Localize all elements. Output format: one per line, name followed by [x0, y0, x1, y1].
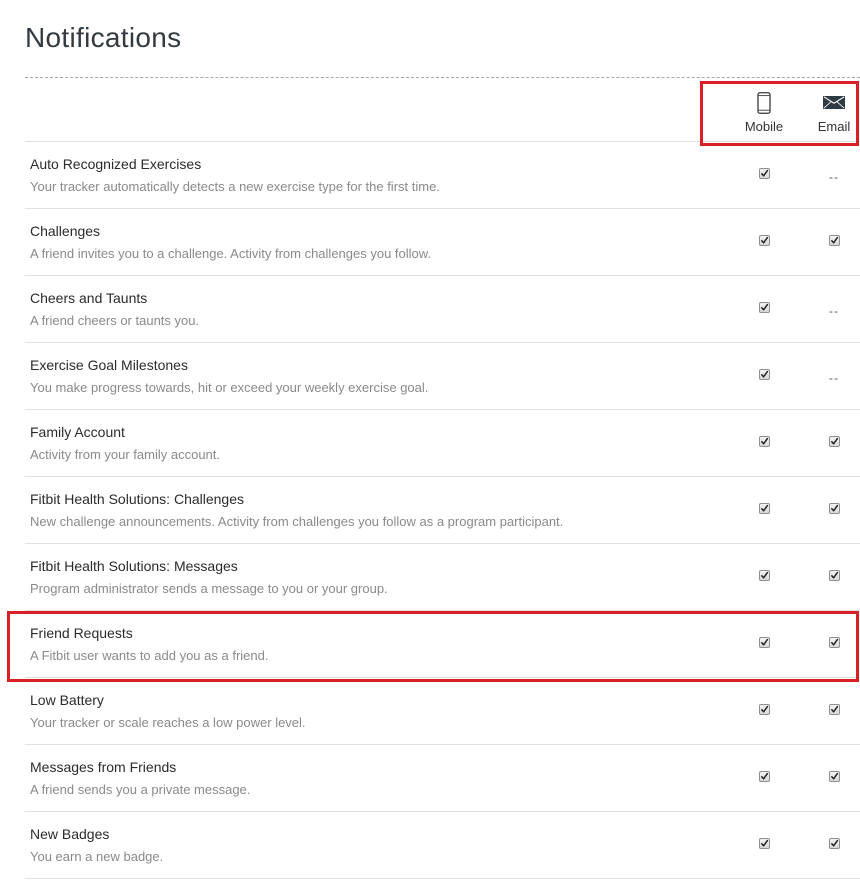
mobile-checkbox[interactable] — [758, 838, 770, 849]
email-checkbox[interactable] — [828, 771, 840, 782]
notification-row: Auto Recognized Exercises Your tracker a… — [25, 142, 860, 209]
email-setting-cell: -- — [799, 302, 860, 318]
notification-description: A Fitbit user wants to add you as a frie… — [30, 648, 269, 663]
notification-description: New challenge announcements. Activity fr… — [30, 514, 564, 529]
notification-description: Activity from your family account. — [30, 447, 220, 462]
mobile-phone-icon — [757, 92, 771, 119]
mobile-column-label: Mobile — [744, 119, 784, 134]
envelope-icon — [823, 96, 845, 114]
mobile-checkbox[interactable] — [758, 771, 770, 782]
email-setting-cell — [799, 771, 860, 785]
email-setting-cell: -- — [799, 168, 860, 184]
notification-description: Program administrator sends a message to… — [30, 581, 388, 596]
mobile-setting-cell — [729, 570, 799, 584]
notification-row: Friend Requests A Fitbit user wants to a… — [25, 611, 860, 678]
email-checkbox[interactable] — [828, 838, 840, 849]
email-unavailable-indicator: -- — [829, 170, 839, 184]
email-unavailable-indicator: -- — [829, 371, 839, 385]
email-setting-cell: -- — [799, 369, 860, 385]
mobile-checkbox[interactable] — [758, 704, 770, 715]
mobile-checkbox[interactable] — [758, 637, 770, 648]
notification-row: Fitbit Health Solutions: Challenges New … — [25, 477, 860, 544]
mobile-setting-cell — [729, 369, 799, 383]
mobile-setting-cell — [729, 503, 799, 517]
mobile-column-header: Mobile — [729, 78, 799, 141]
notification-description: Your tracker automatically detects a new… — [30, 179, 440, 194]
notification-title: Friend Requests — [30, 625, 133, 641]
notification-row: Low Battery Your tracker or scale reache… — [25, 678, 860, 745]
email-setting-cell — [799, 570, 860, 584]
notification-row: Exercise Goal Milestones You make progre… — [25, 343, 860, 410]
notification-row: Messages from Friends A friend sends you… — [25, 745, 860, 812]
notification-description: Your tracker or scale reaches a low powe… — [30, 715, 306, 730]
notification-title: Cheers and Taunts — [30, 290, 148, 306]
mobile-checkbox[interactable] — [758, 436, 770, 447]
email-setting-cell — [799, 235, 860, 249]
notification-description: A friend sends you a private message. — [30, 782, 251, 797]
mobile-checkbox[interactable] — [758, 503, 770, 514]
mobile-checkbox[interactable] — [758, 302, 770, 313]
email-checkbox[interactable] — [828, 235, 840, 246]
mobile-checkbox[interactable] — [758, 168, 770, 179]
notification-description: A friend cheers or taunts you. — [30, 313, 200, 328]
email-setting-cell — [799, 838, 860, 852]
notification-title: Messages from Friends — [30, 759, 177, 775]
email-unavailable-indicator: -- — [829, 304, 839, 318]
notification-title: New Badges — [30, 826, 110, 842]
email-setting-cell — [799, 436, 860, 450]
notification-title: Fitbit Health Solutions: Messages — [30, 558, 238, 574]
email-checkbox[interactable] — [828, 704, 840, 715]
email-checkbox[interactable] — [828, 436, 840, 447]
mobile-setting-cell — [729, 771, 799, 785]
notification-row: New Badges You earn a new badge. — [25, 812, 860, 879]
notification-description: You make progress towards, hit or exceed… — [30, 380, 429, 395]
column-header-row: Mobile Email — [25, 78, 860, 142]
email-setting-cell — [799, 503, 860, 517]
mobile-checkbox[interactable] — [758, 369, 770, 380]
email-setting-cell — [799, 704, 860, 718]
notification-title: Low Battery — [30, 692, 104, 708]
email-setting-cell — [799, 637, 860, 651]
notification-description: You earn a new badge. — [30, 849, 164, 864]
mobile-setting-cell — [729, 838, 799, 852]
mobile-setting-cell — [729, 704, 799, 718]
notification-row: Challenges A friend invites you to a cha… — [25, 209, 860, 276]
email-checkbox[interactable] — [828, 503, 840, 514]
notification-list: Auto Recognized Exercises Your tracker a… — [25, 142, 860, 879]
mobile-checkbox[interactable] — [758, 570, 770, 581]
mobile-setting-cell — [729, 302, 799, 316]
mobile-setting-cell — [729, 436, 799, 450]
notification-row: Family Account Activity from your family… — [25, 410, 860, 477]
page-title: Notifications — [25, 22, 182, 53]
email-checkbox[interactable] — [828, 570, 840, 581]
notification-title: Challenges — [30, 223, 101, 239]
email-checkbox[interactable] — [828, 637, 840, 648]
notification-title: Fitbit Health Solutions: Challenges — [30, 491, 245, 507]
notification-description: A friend invites you to a challenge. Act… — [30, 246, 432, 261]
notification-title: Auto Recognized Exercises — [30, 156, 202, 172]
mobile-setting-cell — [729, 235, 799, 249]
notification-title: Family Account — [30, 424, 125, 440]
email-column-label: Email — [817, 119, 851, 134]
notification-row: Cheers and Taunts A friend cheers or tau… — [25, 276, 860, 343]
notification-row: Fitbit Health Solutions: Messages Progra… — [25, 544, 860, 611]
mobile-setting-cell — [729, 168, 799, 182]
notification-title: Exercise Goal Milestones — [30, 357, 188, 373]
email-column-header: Email — [799, 78, 860, 141]
mobile-setting-cell — [729, 637, 799, 651]
mobile-checkbox[interactable] — [758, 235, 770, 246]
